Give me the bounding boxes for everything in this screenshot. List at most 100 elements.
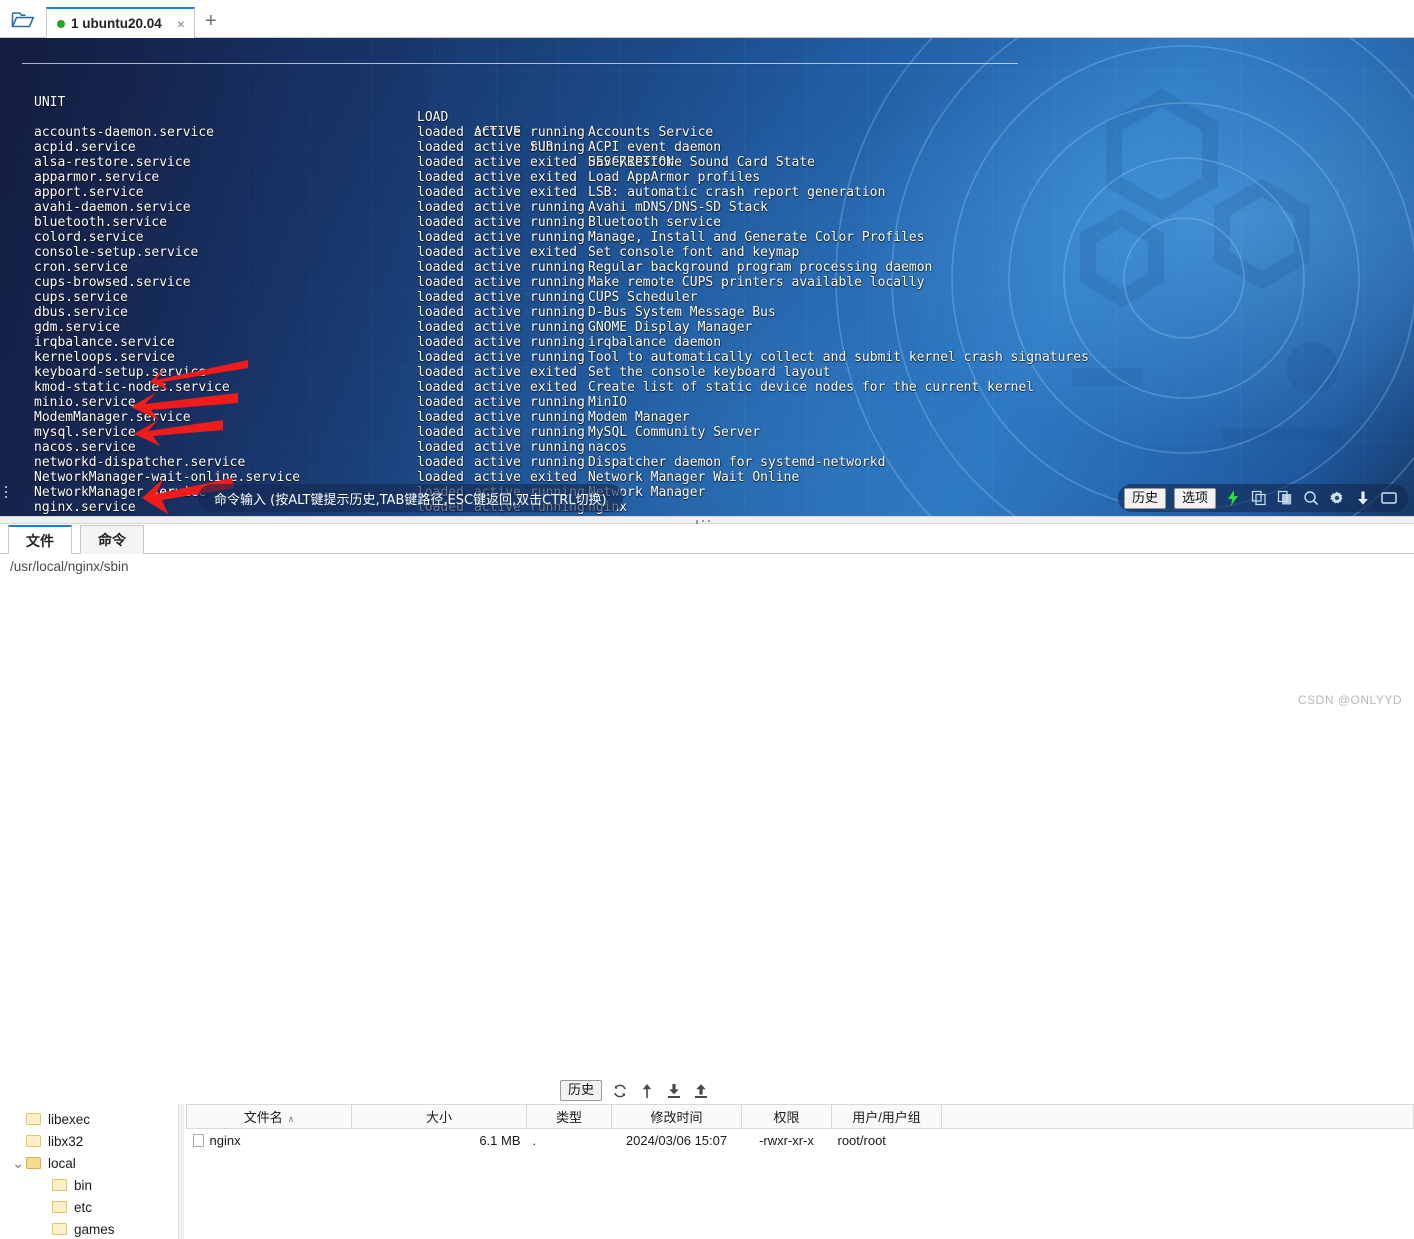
folder-icon	[26, 1113, 41, 1125]
terminal-cell-load: loaded	[417, 380, 464, 395]
command-input-hint[interactable]: 命令输入 (按ALT键提示历史,TAB键路径,ESC键返回,双击CTRL切换)	[198, 484, 623, 512]
terminal-cell-load: loaded	[417, 440, 464, 455]
tree-item-local[interactable]: ⌄local	[0, 1152, 186, 1174]
file-cell-perm: -rwxr-xr-x	[742, 1129, 832, 1153]
file-row[interactable]: nginx6.1 MB.2024/03/06 15:07-rwxr-xr-xro…	[187, 1129, 1414, 1153]
close-icon[interactable]: ×	[174, 17, 188, 31]
terminal-cell-description: nacos	[588, 440, 627, 455]
terminal-cell-load: loaded	[417, 335, 464, 350]
terminal-cell-sub: exited	[530, 245, 577, 260]
terminal-cell-unit: kerneloops.service	[34, 350, 175, 365]
file-history-button[interactable]: 历史	[560, 1080, 602, 1101]
terminal-cell-description: GNOME Display Manager	[588, 320, 752, 335]
new-tab-button[interactable]: +	[205, 11, 217, 31]
gear-icon[interactable]	[1328, 489, 1346, 507]
tab-files[interactable]: 文件	[8, 525, 72, 554]
terminal-cell-description: D-Bus System Message Bus	[588, 305, 776, 320]
download-icon[interactable]	[1354, 489, 1372, 507]
up-level-icon[interactable]	[638, 1082, 656, 1100]
download-icon[interactable]	[665, 1082, 683, 1100]
tree-item-libx32[interactable]: libx32	[0, 1130, 186, 1152]
terminal-cell-sub: running	[530, 350, 585, 365]
tab-files-label: 文件	[26, 531, 54, 551]
tree-item-games[interactable]: games	[0, 1218, 186, 1239]
terminal-cell-sub: running	[530, 320, 585, 335]
terminal-cell-description: Modem Manager	[588, 410, 690, 425]
options-button[interactable]: 选项	[1174, 488, 1216, 509]
terminal-cell-load: loaded	[417, 155, 464, 170]
current-path: /usr/local/nginx/sbin	[10, 559, 129, 574]
terminal-row: cron.serviceloadedactiverunningRegular b…	[22, 260, 1414, 275]
file-cell-name: nginx	[187, 1129, 352, 1153]
terminal-cell-unit: console-setup.service	[34, 245, 198, 260]
history-button[interactable]: 历史	[1124, 488, 1166, 509]
terminal-rows: accounts-daemon.serviceloadedactiverunni…	[22, 125, 1414, 515]
terminal-cell-load: loaded	[417, 140, 464, 155]
terminal-cell-description: Regular background program processing da…	[588, 260, 932, 275]
copy-icon[interactable]	[1250, 489, 1268, 507]
tree-item-libexec[interactable]: libexec	[0, 1108, 186, 1130]
tree-item-etc[interactable]: etc	[0, 1196, 186, 1218]
terminal-tab-1[interactable]: 1 ubuntu20.04 ×	[46, 7, 195, 38]
terminal-cell-unit: alsa-restore.service	[34, 155, 191, 170]
path-bar[interactable]: /usr/local/nginx/sbin	[0, 554, 1414, 578]
terminal-cell-description: Create list of static device nodes for t…	[588, 380, 1034, 395]
bottom-tab-bar: 文件 命令	[0, 524, 1414, 554]
terminal-panel[interactable]: UNIT LOAD ACTIVE SUB DESCRIPTION account…	[0, 38, 1414, 516]
folder-icon	[52, 1179, 67, 1191]
chevron-down-icon[interactable]: ⌄	[10, 1155, 26, 1172]
terminal-cell-load: loaded	[417, 230, 464, 245]
file-column-类型[interactable]: 类型	[527, 1105, 612, 1129]
terminal-cell-description: Manage, Install and Generate Color Profi…	[588, 230, 925, 245]
file-column-label: 文件名	[244, 1110, 283, 1125]
tab-commands[interactable]: 命令	[80, 525, 144, 554]
file-cell-size: 6.1 MB	[352, 1129, 527, 1153]
window-icon[interactable]	[1380, 489, 1398, 507]
file-column-修改时间[interactable]: 修改时间	[612, 1105, 742, 1129]
terminal-cell-load: loaded	[417, 350, 464, 365]
terminal-cell-load: loaded	[417, 365, 464, 380]
directory-tree[interactable]: libexeclibx32⌄localbinetcgames	[0, 1104, 186, 1239]
terminal-row: avahi-daemon.serviceloadedactiverunningA…	[22, 200, 1414, 215]
terminal-cell-description: Tool to automatically collect and submit…	[588, 350, 1089, 365]
terminal-cell-load: loaded	[417, 260, 464, 275]
terminal-cell-load: loaded	[417, 455, 464, 470]
terminal-cell-description: MinIO	[588, 395, 627, 410]
terminal-cell-load: loaded	[417, 275, 464, 290]
terminal-cell-active: active	[474, 380, 521, 395]
terminal-cell-unit: cups.service	[34, 290, 128, 305]
terminal-cell-unit: gdm.service	[34, 320, 120, 335]
terminal-row: acpid.serviceloadedactiverunningACPI eve…	[22, 140, 1414, 155]
terminal-cell-sub: running	[530, 230, 585, 245]
paste-icon[interactable]	[1276, 489, 1294, 507]
tree-item-bin[interactable]: bin	[0, 1174, 186, 1196]
terminal-row: networkd-dispatcher.serviceloadedactiver…	[22, 455, 1414, 470]
panel-splitter[interactable]	[0, 516, 1414, 524]
terminal-cell-unit: cups-browsed.service	[34, 275, 191, 290]
lightning-icon[interactable]	[1224, 489, 1242, 507]
terminal-cell-load: loaded	[417, 425, 464, 440]
tree-splitter[interactable]	[178, 1104, 184, 1239]
terminal-cell-load: loaded	[417, 200, 464, 215]
terminal-cell-sub: exited	[530, 365, 577, 380]
file-list[interactable]: 文件名∧大小类型修改时间权限 用户/用户组 nginx6.1 MB.2024/03…	[186, 1104, 1414, 1239]
folder-open-icon[interactable]	[0, 3, 46, 37]
terminal-cell-description: Dispatcher daemon for systemd-networkd	[588, 455, 885, 470]
file-cell-type: .	[527, 1129, 612, 1153]
upload-icon[interactable]	[692, 1082, 710, 1100]
file-table-header: 文件名∧大小类型修改时间权限 用户/用户组	[187, 1105, 1414, 1129]
terminal-cell-active: active	[474, 125, 521, 140]
terminal-cell-active: active	[474, 395, 521, 410]
file-column-权限[interactable]: 权限	[742, 1105, 832, 1129]
terminal-cell-active: active	[474, 365, 521, 380]
file-column-大小[interactable]: 大小	[352, 1105, 527, 1129]
file-column-用户/用户组[interactable]: 用户/用户组	[832, 1105, 942, 1129]
file-cell-mtime: 2024/03/06 15:07	[612, 1129, 742, 1153]
terminal-cell-description: LSB: automatic crash report generation	[588, 185, 885, 200]
file-column-label: 用户/用户组	[852, 1110, 921, 1125]
refresh-icon[interactable]	[611, 1082, 629, 1100]
file-table-body: nginx6.1 MB.2024/03/06 15:07-rwxr-xr-xro…	[187, 1129, 1414, 1153]
terminal-cell-unit: avahi-daemon.service	[34, 200, 191, 215]
search-icon[interactable]	[1302, 489, 1320, 507]
file-column-文件名[interactable]: 文件名∧	[187, 1105, 352, 1129]
